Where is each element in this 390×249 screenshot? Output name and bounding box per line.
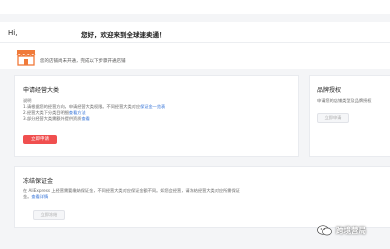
card-title: 品牌授权 [317,87,342,94]
wechat-icon [317,224,332,235]
view-qualification-link[interactable]: 查看 [81,116,89,121]
deposit-description-line-2: 金。查看详情 [23,194,49,199]
deposit-description-line-1: 在 AliExpress 上经营需要缴纳保证金，不同经营大类对应保证金额不同。如… [23,188,240,193]
view-method-link[interactable]: 查看方法 [69,110,86,115]
card-title: 申请经营大类 [23,87,60,94]
store-status-notice [0,43,390,69]
deposit-table-link[interactable]: 保证金一览表 [140,104,165,109]
apply-now-button[interactable]: 立即申请 [23,135,57,144]
welcome-text: 您好，欢迎来到全球速卖通！ [81,31,166,39]
welcome-header: Hi, 您好，欢迎来到全球速卖通！ [0,22,390,43]
store-icon [16,50,36,66]
instruction-line-3: 3.部分经营大类需额外提供资质查看 [23,116,90,121]
brand-description: 申请您的店铺类型及品牌授权 [317,98,372,103]
top-bar [0,0,390,14]
view-details-link[interactable]: 查看详情 [31,194,48,199]
brand-apply-button[interactable]: 立即申请 [317,113,349,123]
category-application-card: 申请经营大类 说明 1.请根据您的经营方向，申请经营大类权限。不同经营大类对应保… [14,75,299,157]
greeting-text: Hi, [8,29,18,37]
deposit-freeze-card: 冻结保证金 在 AliExpress 上经营需要缴纳保证金，不同经营大类对应保证… [14,166,390,228]
watermark: 跨境营局 [317,222,366,238]
card-title: 冻结保证金 [23,178,54,185]
brand-authorization-card: 品牌授权 申请您的店铺类型及品牌授权 立即申请 [309,75,390,157]
freeze-now-button[interactable]: 立即冻结 [33,210,65,220]
watermark-text: 跨境营局 [336,225,366,235]
store-status-text: 您的店铺尚未开通，完成以下步骤开通店铺 [40,59,126,64]
